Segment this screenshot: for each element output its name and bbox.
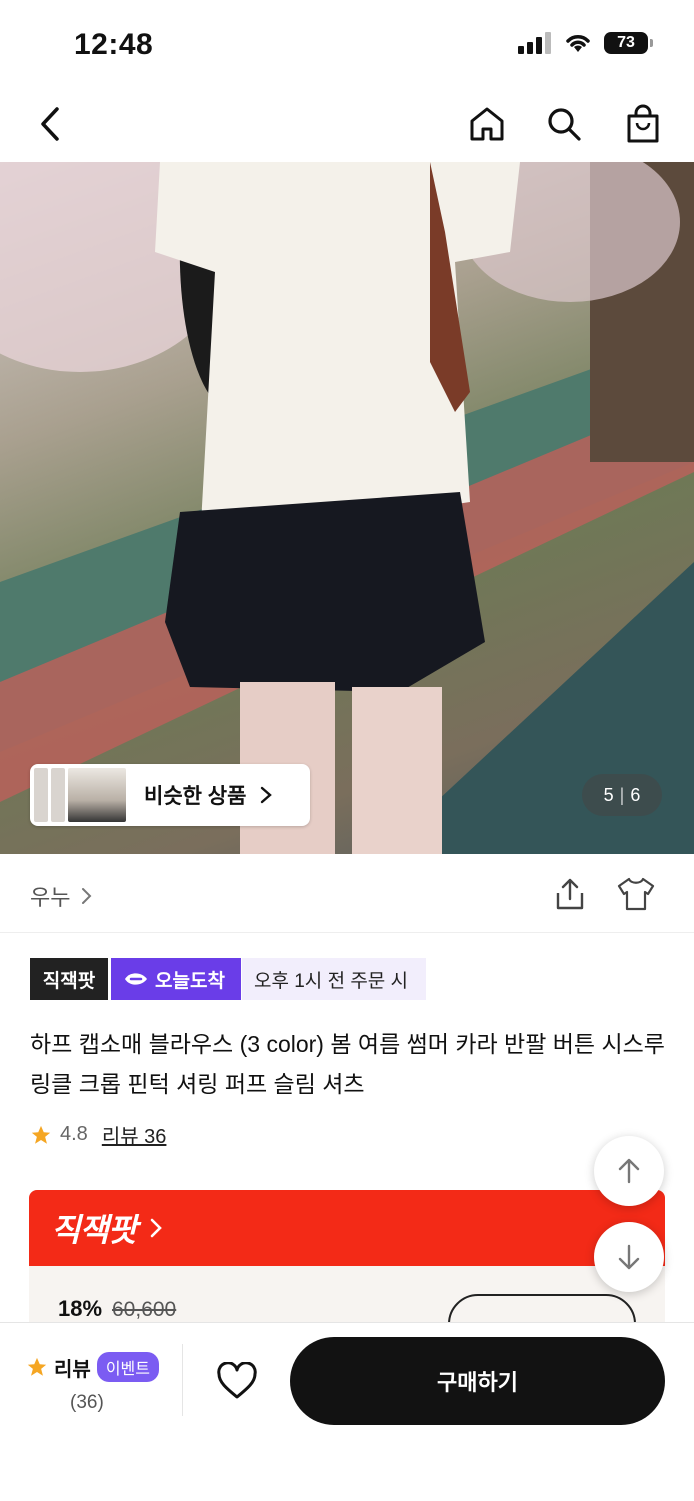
review-link[interactable]: 리뷰 36	[102, 1120, 167, 1149]
brand-name: 우누	[30, 885, 71, 910]
thumbnail	[34, 768, 48, 822]
similar-thumbnails	[34, 768, 126, 822]
rating-score: 4.8	[60, 1123, 88, 1145]
like-button[interactable]	[212, 1356, 262, 1406]
today-arrival-badge: 오늘도착	[111, 958, 241, 1000]
status-time: 12:48	[74, 28, 154, 61]
product-image[interactable]	[0, 162, 694, 854]
home-button[interactable]	[463, 100, 511, 148]
image-page-counter: 5 | 6	[582, 774, 662, 816]
status-icons: 73	[518, 32, 653, 54]
discount-rate: 18%	[58, 1296, 103, 1321]
chevron-left-icon	[41, 107, 59, 141]
event-badge: 이벤트	[96, 1352, 159, 1382]
brand-link[interactable]: 우누	[30, 880, 92, 912]
share-icon	[556, 878, 584, 910]
product-title: 하프 캡소매 블라우스 (3 color) 봄 여름 썸머 카라 반팔 버튼 시…	[30, 1031, 665, 1097]
jackpot-title: 직잭팟	[51, 1212, 137, 1248]
back-button[interactable]	[26, 100, 74, 148]
review-event-button[interactable]: 리뷰 이벤트 (36)	[26, 1352, 182, 1414]
heart-icon	[217, 1362, 257, 1399]
fast-delivery-icon	[125, 973, 147, 985]
arrow-down-icon	[618, 1244, 640, 1270]
similar-products-button[interactable]: 비슷한 상품	[30, 764, 310, 826]
search-icon	[548, 108, 581, 141]
buy-button[interactable]: 구매하기	[290, 1337, 665, 1425]
star-icon	[27, 1357, 47, 1376]
home-icon	[470, 107, 504, 141]
share-button[interactable]	[552, 876, 588, 917]
scroll-up-button[interactable]	[594, 1136, 664, 1206]
brand-row: 우누	[0, 856, 694, 933]
page-separator: |	[619, 784, 625, 805]
style-fitting-button[interactable]	[616, 876, 656, 917]
review-label: 리뷰	[54, 1358, 91, 1381]
thumbnail	[51, 768, 65, 822]
arrow-up-icon	[618, 1158, 640, 1184]
order-deadline-badge: 오후 1시 전 주문 시	[242, 958, 426, 1000]
product-photo	[0, 162, 694, 854]
direct-jackpot-badge: 직잭팟	[30, 958, 108, 1000]
shirt-icon	[617, 877, 655, 911]
rating-row: 4.8 리뷰 36	[30, 1120, 166, 1149]
star-icon	[31, 1125, 51, 1144]
total-pages: 6	[630, 784, 641, 805]
signal-icon	[518, 32, 551, 54]
original-price: 60,600	[112, 1298, 177, 1321]
divider	[182, 1344, 183, 1416]
cart-button[interactable]	[619, 100, 667, 148]
thumbnail	[68, 768, 126, 822]
search-button[interactable]	[540, 100, 588, 148]
review-count: (36)	[70, 1392, 104, 1413]
wifi-icon	[566, 35, 590, 52]
chevron-right-icon	[82, 888, 92, 904]
chevron-right-icon	[261, 786, 273, 804]
jackpot-banner[interactable]: 직잭팟	[29, 1190, 665, 1266]
chevron-right-icon	[151, 1218, 163, 1238]
battery-indicator: 73	[604, 32, 653, 54]
shopping-bag-icon	[627, 104, 659, 143]
current-page: 5	[603, 784, 614, 805]
scroll-down-button[interactable]	[594, 1222, 664, 1292]
today-arrival-label: 오늘도착	[155, 970, 225, 992]
similar-products-label: 비슷한 상품	[144, 785, 247, 808]
